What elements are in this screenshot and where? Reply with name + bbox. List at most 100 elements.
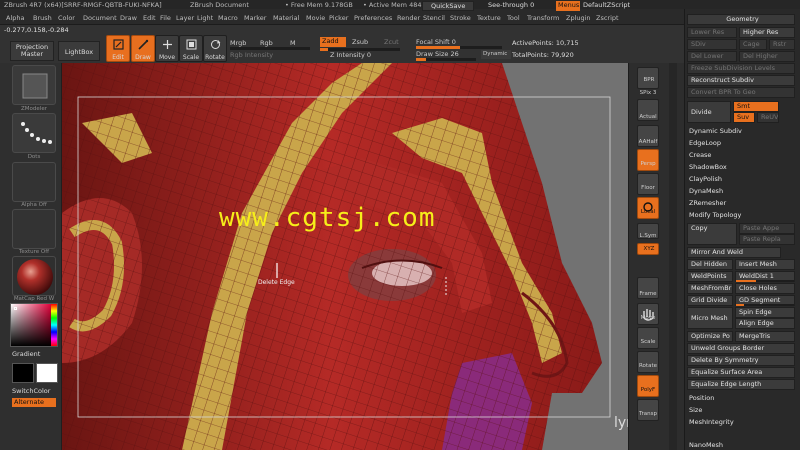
paste-append-button[interactable]: Paste Appe <box>739 223 795 234</box>
copy-button[interactable]: Copy <box>687 223 737 245</box>
cage-button[interactable]: Cage <box>739 39 767 50</box>
spix-slider[interactable]: SPix 3 <box>631 90 665 96</box>
equalize-surface-area-button[interactable]: Equalize Surface Area <box>687 367 795 378</box>
menu-picker[interactable]: Picker <box>329 14 348 22</box>
menu-stroke[interactable]: Stroke <box>450 14 471 22</box>
menu-edit[interactable]: Edit <box>143 14 156 22</box>
rgb-intensity-track[interactable] <box>230 47 310 50</box>
size-section[interactable]: Size <box>689 406 702 415</box>
transp-button[interactable] <box>637 399 659 421</box>
optimize-points-button[interactable]: Optimize Po <box>687 331 733 342</box>
edgeloop-item[interactable]: EdgeLoop <box>689 139 721 148</box>
close-holes-button[interactable]: Close Holes <box>735 283 795 294</box>
delete-by-symmetry-button[interactable]: Delete By Symmetry <box>687 355 795 366</box>
freeze-subdivision-button[interactable]: Freeze SubDivision Levels <box>687 63 795 74</box>
scale-view-button[interactable] <box>637 327 659 349</box>
dynamesh-item[interactable]: DynaMesh <box>689 187 723 196</box>
dynamic-toggle[interactable]: Dynamic <box>481 50 511 59</box>
smt-toggle[interactable]: Smt <box>733 101 779 112</box>
micro-mesh-button[interactable]: Micro Mesh <box>687 307 733 329</box>
rotate-view-button[interactable] <box>637 351 659 373</box>
mergetris-button[interactable]: MergeTris <box>735 331 795 342</box>
menu-render[interactable]: Render <box>397 14 420 22</box>
switch-color-button[interactable]: SwitchColor <box>12 387 50 395</box>
see-through-slider[interactable]: See-through 0 <box>480 1 550 11</box>
primary-color-swatch[interactable] <box>12 363 34 383</box>
secondary-color-swatch[interactable] <box>36 363 58 383</box>
dynamic-subdiv-item[interactable]: Dynamic Subdiv <box>689 127 742 136</box>
move-view-button[interactable] <box>637 303 659 325</box>
zadd-toggle[interactable]: Zadd <box>320 37 346 47</box>
draw-size-slider[interactable]: Draw Size 26 <box>416 50 459 58</box>
meshfrombrush-button[interactable]: MeshFromBr <box>687 283 733 294</box>
del-higher-button[interactable]: Del Higher <box>739 51 795 62</box>
spin-edge-button[interactable]: Spin Edge <box>735 307 795 318</box>
menu-document[interactable]: Document <box>83 14 117 22</box>
projection-master-button[interactable]: Projection Master <box>10 41 54 61</box>
menu-movie[interactable]: Movie <box>306 14 325 22</box>
rstr-button[interactable]: Rstr <box>769 39 795 50</box>
gradient-toggle[interactable]: Gradient <box>12 350 40 358</box>
stroke-thumbnail[interactable] <box>12 113 56 153</box>
floor-button[interactable] <box>637 173 659 195</box>
claypolish-item[interactable]: ClayPolish <box>689 175 722 184</box>
grid-divide-button[interactable]: Grid Divide <box>687 295 733 306</box>
higher-res-button[interactable]: Higher Res <box>739 27 795 38</box>
zcut-toggle[interactable]: Zcut <box>384 38 399 46</box>
mrgb-toggle[interactable]: Mrgb <box>230 39 246 47</box>
zsub-toggle[interactable]: Zsub <box>352 38 368 46</box>
color-square[interactable] <box>11 304 51 346</box>
quicksave-button[interactable]: QuickSave <box>422 1 474 11</box>
draw-button[interactable]: Draw <box>131 35 155 62</box>
move-button[interactable]: Move <box>155 35 179 62</box>
material-thumbnail[interactable] <box>12 256 56 296</box>
modify-topology-header[interactable]: Modify Topology <box>689 211 741 220</box>
sdiv-slider[interactable]: SDiv <box>687 39 737 50</box>
menu-texture[interactable]: Texture <box>477 14 501 22</box>
equalize-edge-length-button[interactable]: Equalize Edge Length <box>687 379 795 390</box>
hue-strip[interactable] <box>51 304 57 346</box>
scale-button[interactable]: Scale <box>179 35 203 62</box>
draw-size-track[interactable] <box>416 58 476 61</box>
align-edge-button[interactable]: Align Edge <box>735 318 795 329</box>
menu-alpha[interactable]: Alpha <box>6 14 24 22</box>
menu-brush[interactable]: Brush <box>33 14 52 22</box>
menu-preferences[interactable]: Preferences <box>354 14 392 22</box>
lightbox-button[interactable]: LightBox <box>58 41 100 61</box>
insert-mesh-button[interactable]: Insert Mesh <box>735 259 795 270</box>
meshintegrity-section[interactable]: MeshIntegrity <box>689 418 734 427</box>
unweld-groups-border-button[interactable]: Unweld Groups Border <box>687 343 795 354</box>
reuv-toggle[interactable]: ReUV <box>757 112 779 123</box>
viewport-canvas[interactable]: www.cgtsj.com Delete Edge lynda.com <box>62 63 628 450</box>
m-toggle[interactable]: M <box>290 39 296 47</box>
bpr-button[interactable]: BPR <box>637 67 659 89</box>
texture-thumbnail[interactable] <box>12 209 56 249</box>
shadowbox-item[interactable]: ShadowBox <box>689 163 727 172</box>
menu-file[interactable]: File <box>160 14 171 22</box>
menu-material[interactable]: Material <box>273 14 299 22</box>
rotate-button[interactable]: Rotate <box>203 35 227 62</box>
menus-toggle[interactable]: Menus <box>556 1 580 11</box>
focal-shift-track[interactable] <box>416 46 502 49</box>
rgb-intensity-slider[interactable]: Rgb Intensity <box>230 51 273 59</box>
focal-shift-slider[interactable]: Focal Shift 0 <box>416 38 456 46</box>
menu-light[interactable]: Light <box>197 14 213 22</box>
lower-res-button[interactable]: Lower Res <box>687 27 737 38</box>
position-section[interactable]: Position <box>689 394 714 403</box>
crease-item[interactable]: Crease <box>689 151 711 160</box>
brush-thumbnail[interactable] <box>12 65 56 105</box>
menu-color[interactable]: Color <box>58 14 75 22</box>
zremesher-item[interactable]: ZRemesher <box>689 199 726 208</box>
default-zscript-button[interactable]: DefaultZScript <box>583 1 639 11</box>
menu-zscript[interactable]: Zscript <box>596 14 619 22</box>
suv-toggle[interactable]: Suv <box>733 112 755 123</box>
edit-button[interactable]: Edit <box>106 35 130 62</box>
menu-layer[interactable]: Layer <box>176 14 194 22</box>
alternate-toggle[interactable]: Alternate <box>12 398 56 407</box>
menu-transform[interactable]: Transform <box>527 14 559 22</box>
welddist-track[interactable] <box>736 280 794 282</box>
menu-stencil[interactable]: Stencil <box>423 14 445 22</box>
persp-button[interactable] <box>637 149 659 171</box>
del-hidden-button[interactable]: Del Hidden <box>687 259 733 270</box>
menu-draw[interactable]: Draw <box>120 14 137 22</box>
